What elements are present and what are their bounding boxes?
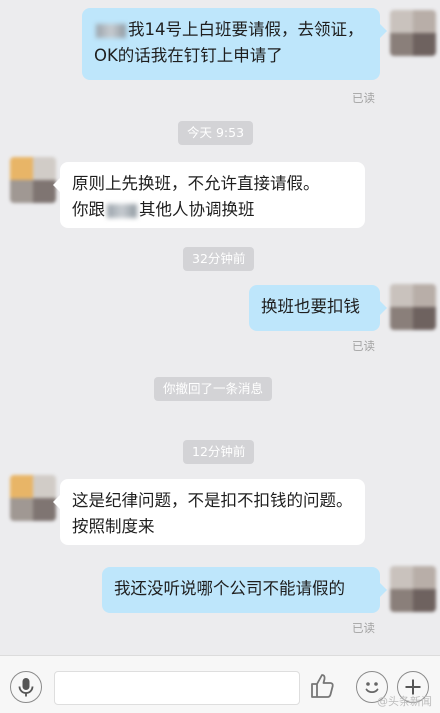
read-receipt: 已读 bbox=[352, 91, 375, 105]
message-text: 原则上先换班，不允许直接请假。 bbox=[72, 174, 320, 193]
contact-avatar[interactable] bbox=[10, 157, 56, 203]
microphone-icon[interactable] bbox=[10, 671, 42, 703]
message-text: 我还没听说哪个公司不能请假的 bbox=[114, 579, 345, 598]
my-avatar[interactable] bbox=[390, 566, 436, 612]
read-receipt: 已读 bbox=[352, 621, 375, 635]
my-avatar[interactable] bbox=[390, 284, 436, 330]
contact-avatar[interactable] bbox=[10, 475, 56, 521]
my-avatar[interactable] bbox=[390, 10, 436, 56]
redacted-name bbox=[107, 203, 137, 218]
message-text: 其他人协调换班 bbox=[139, 200, 255, 219]
message-bubble-sent[interactable]: 换班也要扣钱 bbox=[249, 285, 387, 331]
timestamp: 12分钟前 bbox=[183, 440, 255, 464]
message-input[interactable] bbox=[54, 671, 300, 705]
thumbs-up-icon[interactable] bbox=[308, 671, 336, 701]
read-receipt: 已读 bbox=[352, 339, 375, 353]
message-bubble-sent[interactable]: 我还没听说哪个公司不能请假的 bbox=[102, 567, 387, 613]
timestamp: 32分钟前 bbox=[183, 247, 255, 271]
message-bubble-received[interactable]: 原则上先换班，不允许直接请假。 你跟 其他人协调换班 bbox=[53, 162, 365, 228]
timestamp: 今天 9:53 bbox=[178, 121, 254, 145]
redacted-name bbox=[96, 23, 126, 38]
message-text: 你跟 bbox=[72, 200, 105, 219]
message-bubble-received[interactable]: 这是纪律问题，不是扣不扣钱的问题。按照制度来 bbox=[53, 479, 365, 545]
message-bubble-sent[interactable]: 我14号上白班要请假，去领证，OK的话我在钉钉上申请了 bbox=[82, 8, 387, 80]
watermark: @头条新闻 bbox=[377, 695, 432, 708]
message-text: 换班也要扣钱 bbox=[261, 297, 360, 316]
message-text: 我14号上白班要请假，去领证，OK的话我在钉钉上申请了 bbox=[94, 20, 364, 65]
message-text: 这是纪律问题，不是扣不扣钱的问题。按照制度来 bbox=[72, 491, 353, 536]
recall-notice: 你撤回了一条消息 bbox=[154, 377, 273, 401]
